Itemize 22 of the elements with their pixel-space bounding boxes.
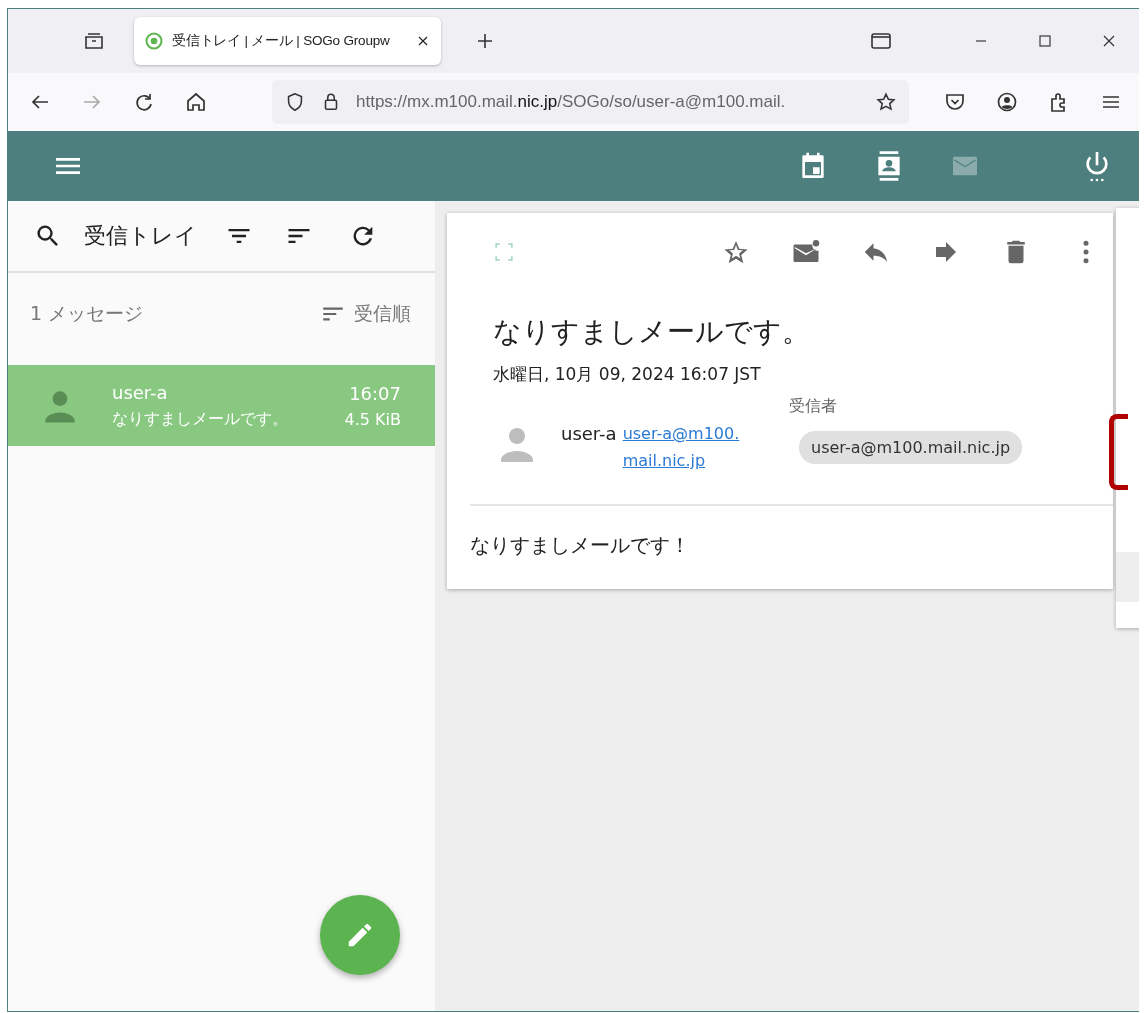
target-icon xyxy=(144,31,164,51)
message-count: 1 メッセージ xyxy=(30,301,144,326)
message-size: 4.5 KiB xyxy=(344,409,401,429)
star-icon[interactable] xyxy=(875,91,897,113)
mailbox-title: 受信トレイ xyxy=(84,222,197,250)
message-subject: なりすましメールです。 xyxy=(112,408,289,430)
url-text: https://mx.m100.mail.nic.jp/SOGo/so/user-a@m100.mail. xyxy=(356,92,787,112)
message-body: なりすましメールです！ xyxy=(470,532,691,559)
sender-name: user-a xyxy=(112,381,169,403)
home-icon[interactable] xyxy=(184,90,208,114)
sort-button[interactable]: 受信順 xyxy=(320,301,411,327)
sender-address-link[interactable]: user-a@m100.mail.nic.jp xyxy=(622,420,741,474)
recipients-label: 受信者 xyxy=(789,396,837,417)
recipient-chip[interactable]: user-a@m100.mail.nic.jp xyxy=(799,431,1023,464)
tab-title: 受信トレイ | メール | SOGo Groupw xyxy=(172,32,391,50)
browser-tab[interactable]: 受信トレイ | メール | SOGo Groupw xyxy=(134,17,441,65)
message-subject: なりすましメールです。 xyxy=(493,314,811,350)
sender-name: user-a xyxy=(561,423,617,444)
address-bar[interactable]: https://mx.m100.mail.nic.jp/SOGo/so/user-a@m100.mail. xyxy=(272,80,909,124)
account-icon[interactable] xyxy=(995,90,1019,114)
message-date: 水曜日, 10月 09, 2024 16:07 JST xyxy=(493,363,762,386)
message-time: 16:07 xyxy=(349,382,401,404)
